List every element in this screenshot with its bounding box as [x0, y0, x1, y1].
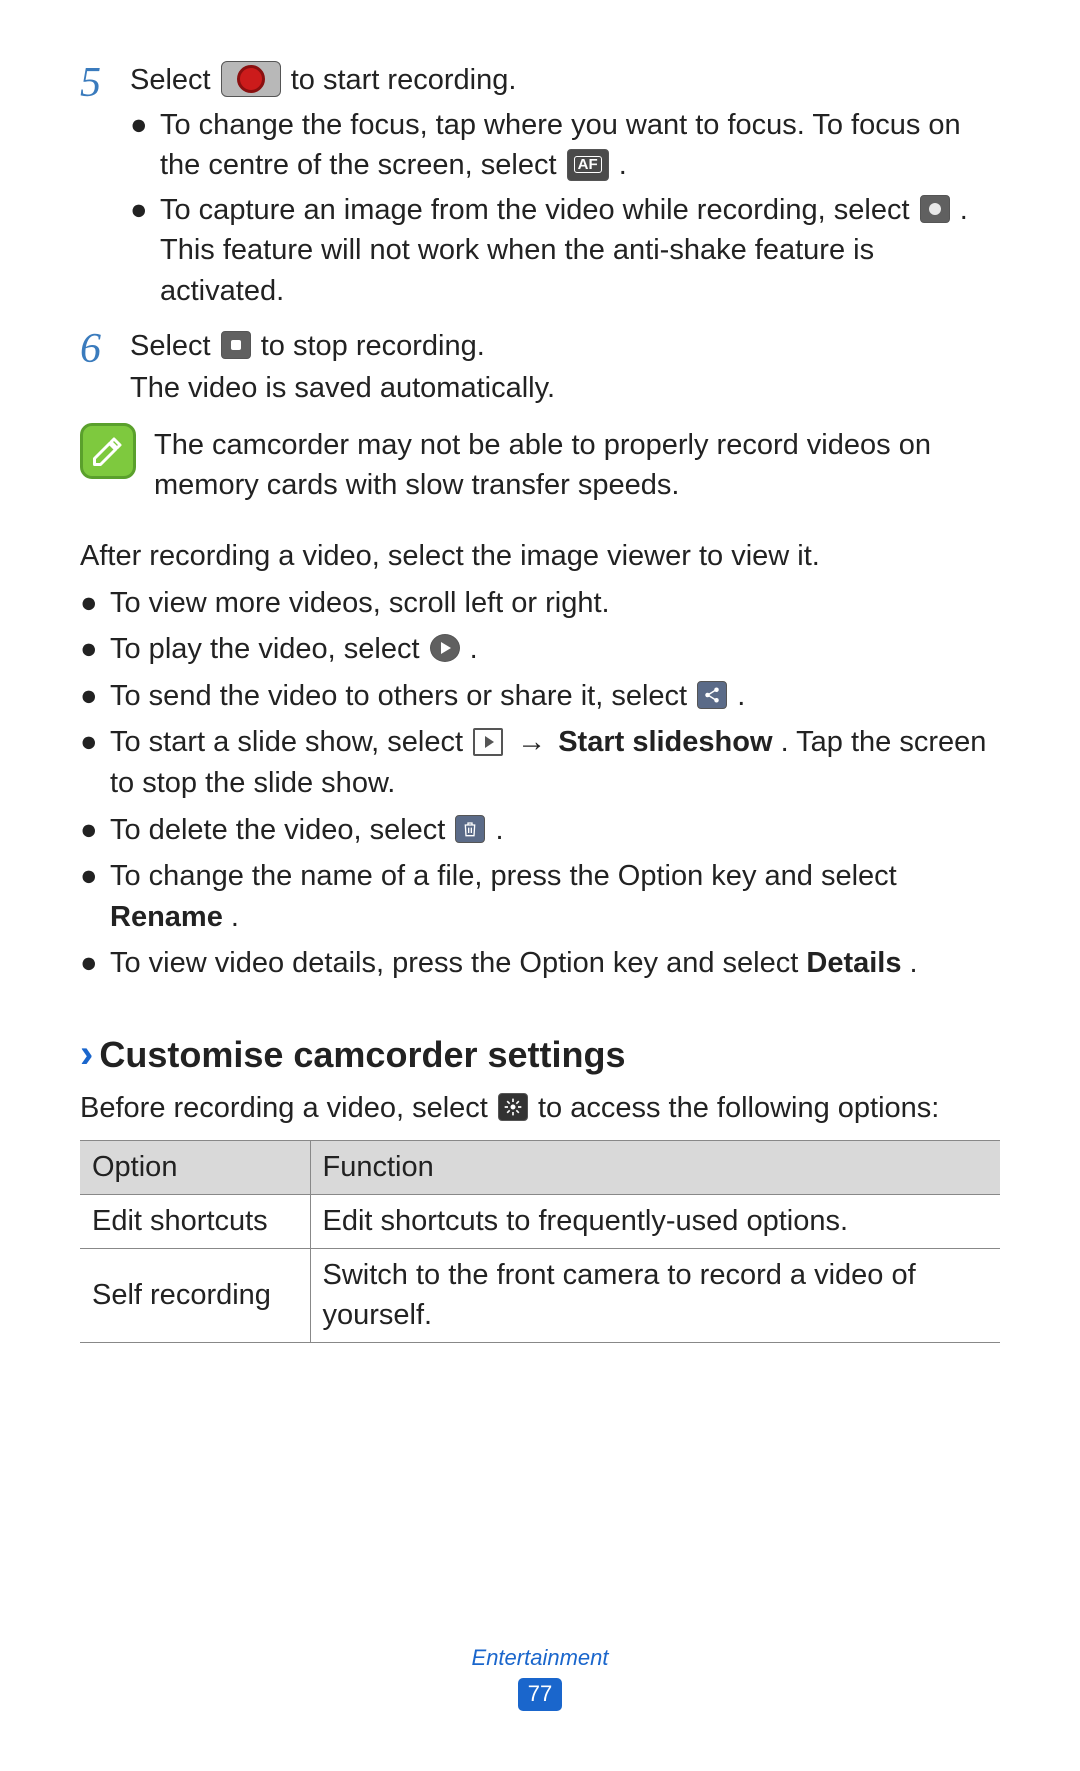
bullet-dot: ● — [80, 583, 110, 624]
step-main-line: Select to stop recording. — [130, 326, 1000, 367]
text: To change the name of a file, press the … — [110, 860, 897, 892]
slideshow-icon — [473, 728, 503, 756]
after-recording-bullets: ● To view more videos, scroll left or ri… — [80, 583, 1000, 984]
text: to access the following options: — [538, 1092, 939, 1124]
bullet-text: To change the focus, tap where you want … — [160, 105, 1000, 186]
table-row: Edit shortcuts Edit shortcuts to frequen… — [80, 1195, 1000, 1249]
bold-text: Details — [806, 947, 901, 979]
pencil-icon — [90, 433, 126, 469]
page-number: 77 — [518, 1678, 562, 1711]
step-number: 6 — [80, 326, 130, 411]
play-icon — [430, 634, 460, 662]
bold-text: Start slideshow — [558, 726, 772, 758]
text: to stop recording. — [261, 330, 485, 362]
autofocus-icon: AF — [567, 149, 609, 181]
section-heading: › Customise camcorder settings — [80, 1026, 1000, 1082]
bullet-text: To delete the video, select . — [110, 810, 1000, 851]
camera-capture-icon — [920, 195, 950, 223]
table-cell-option: Edit shortcuts — [80, 1195, 310, 1249]
trash-icon — [455, 815, 485, 843]
table-header-row: Option Function — [80, 1141, 1000, 1195]
after-recording-paragraph: After recording a video, select the imag… — [80, 536, 1000, 577]
table-row: Self recording Switch to the front camer… — [80, 1248, 1000, 1342]
step-6: 6 Select to stop recording. The video is… — [80, 326, 1000, 411]
bullet-item: ● To change the name of a file, press th… — [80, 856, 1000, 937]
step-body: Select to start recording. ● To change t… — [130, 60, 1000, 316]
text: Before recording a video, select — [80, 1092, 496, 1124]
bullet-item: ● To start a slide show, select → Start … — [80, 722, 1000, 803]
record-icon — [221, 61, 281, 97]
step-line-2: The video is saved automatically. — [130, 368, 1000, 409]
text: . — [495, 814, 503, 846]
footer-category: Entertainment — [0, 1643, 1080, 1674]
note-icon — [80, 423, 136, 479]
note-text: The camcorder may not be able to properl… — [154, 423, 1000, 506]
bullet-text: To play the video, select . — [110, 629, 1000, 670]
bullet-item: ● To play the video, select . — [80, 629, 1000, 670]
text: . — [737, 680, 745, 712]
bullet-text: To view video details, press the Option … — [110, 943, 1000, 984]
bullet-dot: ● — [80, 722, 110, 803]
bullet-dot: ● — [80, 810, 110, 851]
section-intro: Before recording a video, select to acce… — [80, 1088, 1000, 1129]
text: to start recording. — [291, 64, 517, 96]
text: To change the focus, tap where you want … — [160, 109, 961, 182]
bullet-dot: ● — [80, 943, 110, 984]
page-footer: Entertainment 77 — [0, 1643, 1080, 1711]
text: To send the video to others or share it,… — [110, 680, 695, 712]
bullet-text: To send the video to others or share it,… — [110, 676, 1000, 717]
text: To play the video, select — [110, 633, 428, 665]
bullet-dot: ● — [80, 629, 110, 670]
text: To view video details, press the Option … — [110, 947, 806, 979]
share-icon — [697, 681, 727, 709]
bullet-dot: ● — [130, 190, 160, 312]
bullet-item: ● To delete the video, select . — [80, 810, 1000, 851]
bold-text: Rename — [110, 901, 223, 933]
bullet-dot: ● — [80, 676, 110, 717]
stop-icon — [221, 331, 251, 359]
table-cell-function: Edit shortcuts to frequently-used option… — [310, 1195, 1000, 1249]
text: To start a slide show, select — [110, 726, 471, 758]
af-label: AF — [574, 156, 602, 173]
note-block: The camcorder may not be able to properl… — [80, 423, 1000, 506]
text: . — [231, 901, 239, 933]
table-header-function: Function — [310, 1141, 1000, 1195]
chevron-icon: › — [80, 1026, 93, 1082]
step-sub-bullets: ● To change the focus, tap where you wan… — [130, 105, 1000, 312]
sub-bullet: ● To change the focus, tap where you wan… — [130, 105, 1000, 186]
bullet-text: To view more videos, scroll left or righ… — [110, 583, 1000, 624]
bullet-dot: ● — [130, 105, 160, 186]
bullet-text: To change the name of a file, press the … — [110, 856, 1000, 937]
bullet-text: To start a slide show, select → Start sl… — [110, 722, 1000, 803]
bullet-item: ● To view video details, press the Optio… — [80, 943, 1000, 984]
step-number: 5 — [80, 60, 130, 316]
bullet-item: ● To send the video to others or share i… — [80, 676, 1000, 717]
bullet-text: To capture an image from the video while… — [160, 190, 1000, 312]
text: Select — [130, 330, 219, 362]
text: . — [470, 633, 478, 665]
text: . — [910, 947, 918, 979]
step-body: Select to stop recording. The video is s… — [130, 326, 1000, 411]
step-5: 5 Select to start recording. ● To change… — [80, 60, 1000, 316]
step-main-line: Select to start recording. — [130, 60, 1000, 101]
gear-icon — [498, 1093, 528, 1121]
sub-bullet: ● To capture an image from the video whi… — [130, 190, 1000, 312]
table-cell-option: Self recording — [80, 1248, 310, 1342]
text: . — [619, 149, 627, 181]
bullet-dot: ● — [80, 856, 110, 937]
text: To delete the video, select — [110, 814, 453, 846]
arrow-icon: → — [513, 722, 550, 763]
section-title: Customise camcorder settings — [99, 1030, 625, 1080]
text: To capture an image from the video while… — [160, 194, 918, 226]
bullet-item: ● To view more videos, scroll left or ri… — [80, 583, 1000, 624]
options-table: Option Function Edit shortcuts Edit shor… — [80, 1140, 1000, 1342]
table-cell-function: Switch to the front camera to record a v… — [310, 1248, 1000, 1342]
text: Select — [130, 64, 219, 96]
table-header-option: Option — [80, 1141, 310, 1195]
